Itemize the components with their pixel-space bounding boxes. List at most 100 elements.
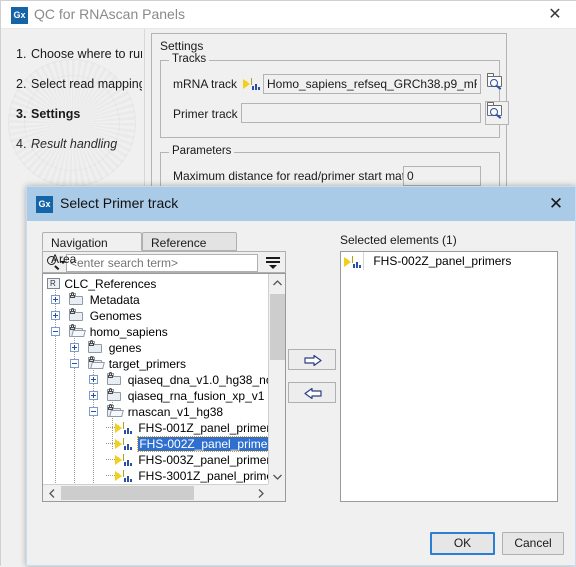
tree-vertical-scrollbar[interactable]	[268, 274, 285, 485]
tree-item-fhs-003z[interactable]: FHS-003Z_panel_primers	[106, 451, 269, 467]
folder-open-locked-icon	[107, 404, 125, 418]
tracks-group-title: Tracks	[169, 53, 210, 65]
parameters-group-title: Parameters	[169, 145, 235, 157]
track-icon	[115, 421, 132, 435]
track-icon	[115, 469, 132, 483]
primer-browse-button[interactable]	[485, 101, 509, 125]
dialog-title: Select Primer track	[60, 195, 179, 211]
selected-element-label: FHS-002Z_panel_primers	[373, 254, 512, 268]
close-icon[interactable]: ✕	[546, 6, 564, 24]
tree-item-target-primers[interactable]: target_primers	[66, 355, 186, 371]
wizard-step-1[interactable]: 1. Choose where to run	[16, 47, 142, 61]
step-label: Result handling	[31, 137, 118, 151]
tree-item-qiaseq-rna-fusion[interactable]: qiaseq_rna_fusion_xp_v1	[85, 387, 264, 403]
track-icon	[344, 255, 361, 269]
ok-button-label: OK	[453, 536, 472, 550]
step-number: 1.	[16, 47, 27, 61]
cancel-button-label: Cancel	[514, 536, 552, 550]
dialog-close-icon[interactable]: ✕	[547, 195, 565, 213]
tree-scroll-viewport[interactable]: R CLC_References Metadata Genomes homo_s…	[43, 274, 269, 485]
tree-item-metadata[interactable]: Metadata	[47, 291, 140, 307]
mrna-browse-button[interactable]	[485, 72, 509, 96]
tree-item-label: Metadata	[89, 292, 140, 307]
tree-item-qiaseq-dna[interactable]: qiaseq_dna_v1.0_hg38_no_alt	[85, 371, 269, 387]
expander-plus-icon[interactable]	[51, 295, 60, 304]
tracks-group: Tracks mRNA track Primer track	[160, 53, 509, 138]
tree-item-label: qiaseq_rna_fusion_xp_v1	[127, 388, 265, 403]
folder-locked-icon	[107, 372, 122, 386]
remove-from-selection-button[interactable]	[288, 382, 336, 403]
cancel-button[interactable]: Cancel	[502, 532, 564, 555]
tree-item-fhs-001z[interactable]: FHS-001Z_panel_primers	[106, 419, 269, 435]
step-label: Settings	[31, 107, 81, 121]
wizard-step-3[interactable]: 3. Settings	[16, 107, 80, 121]
step-number: 3.	[16, 107, 27, 121]
database-icon: R	[47, 277, 61, 290]
step-label: Select read mapping	[31, 77, 142, 91]
folder-locked-icon	[69, 292, 84, 306]
selected-element-row[interactable]: FHS-002Z_panel_primers	[341, 252, 557, 270]
step-label: Choose where to run	[31, 47, 142, 61]
expander-minus-icon[interactable]	[70, 359, 79, 368]
folder-open-locked-icon	[88, 356, 106, 370]
tree-item-root[interactable]: R CLC_References	[47, 275, 156, 291]
tab-reference-data[interactable]: Reference Data	[142, 232, 237, 266]
tree-item-genomes[interactable]: Genomes	[47, 307, 142, 323]
add-to-selection-button[interactable]	[288, 349, 336, 370]
track-icon	[243, 77, 260, 91]
expander-minus-icon[interactable]	[89, 407, 98, 416]
tab-navigation-area[interactable]: Navigation Area	[42, 232, 142, 266]
scroll-up-icon[interactable]	[269, 274, 286, 291]
tree-item-label: rnascan_v1_hg38	[127, 404, 224, 419]
filter-icon[interactable]	[264, 255, 282, 271]
search-input[interactable]	[66, 254, 258, 272]
mrna-track-input[interactable]	[263, 74, 481, 94]
tree-item-label: FHS-002Z_panel_primers	[137, 435, 269, 452]
settings-panel-title: Settings	[160, 39, 204, 53]
scroll-thumb-vertical[interactable]	[270, 294, 285, 360]
tree-item-homo-sapiens[interactable]: homo_sapiens	[47, 323, 168, 339]
tree-horizontal-scrollbar[interactable]	[43, 484, 269, 501]
tree-item-fhs-3001z[interactable]: FHS-3001Z_panel_primers	[106, 467, 269, 483]
tree-item-genes[interactable]: genes	[66, 339, 141, 355]
tree-item-label: FHS-001Z_panel_primers	[138, 420, 269, 435]
scrollbar-corner	[268, 484, 285, 501]
primer-track-input[interactable]	[241, 103, 481, 123]
expander-plus-icon[interactable]	[51, 311, 60, 320]
scroll-down-icon[interactable]	[269, 468, 286, 485]
navigation-tree-panel: R CLC_References Metadata Genomes homo_s…	[42, 273, 286, 502]
expander-minus-icon[interactable]	[51, 327, 60, 336]
max-distance-input[interactable]	[403, 166, 481, 186]
wizard-step-2[interactable]: 2. Select read mapping	[16, 77, 142, 91]
tree-item-fhs-002z[interactable]: FHS-002Z_panel_primers	[106, 435, 269, 452]
mrna-track-label: mRNA track	[173, 77, 238, 91]
scroll-thumb-horizontal[interactable]	[61, 486, 194, 500]
tree-item-rnascan[interactable]: rnascan_v1_hg38	[85, 403, 223, 419]
expander-plus-icon[interactable]	[70, 343, 79, 352]
window-titlebar: Gx QC for RNAscan Panels ✕	[1, 1, 576, 29]
selected-elements-panel[interactable]: FHS-002Z_panel_primers	[340, 251, 558, 502]
tree-item-label: FHS-003Z_panel_primers	[138, 452, 269, 467]
step-number: 4.	[16, 137, 27, 151]
tree-item-label: homo_sapiens	[89, 324, 168, 339]
expander-plus-icon[interactable]	[89, 375, 98, 384]
dialog-titlebar: Gx Select Primer track ✕	[27, 187, 575, 221]
expander-plus-icon[interactable]	[89, 391, 98, 400]
tree-item-label: genes	[108, 340, 142, 355]
arrow-right-icon	[304, 355, 322, 366]
ok-button[interactable]: OK	[430, 532, 495, 555]
wizard-step-4[interactable]: 4. Result handling	[16, 137, 117, 151]
window-title: QC for RNAscan Panels	[34, 6, 185, 22]
tree-item-label: CLC_References	[64, 276, 157, 291]
scroll-left-icon[interactable]	[43, 485, 60, 502]
tree-item-label: Genomes	[89, 308, 142, 323]
track-icon	[115, 453, 132, 467]
dialog-app-icon: Gx	[36, 196, 53, 213]
scroll-right-icon[interactable]	[252, 485, 269, 502]
selected-elements-label: Selected elements (1)	[340, 233, 457, 247]
app-icon: Gx	[11, 7, 28, 24]
arrow-left-icon	[304, 388, 322, 399]
track-icon	[115, 437, 132, 451]
max-distance-label: Maximum distance for read/primer start m…	[173, 169, 418, 183]
folder-locked-icon	[69, 308, 84, 322]
